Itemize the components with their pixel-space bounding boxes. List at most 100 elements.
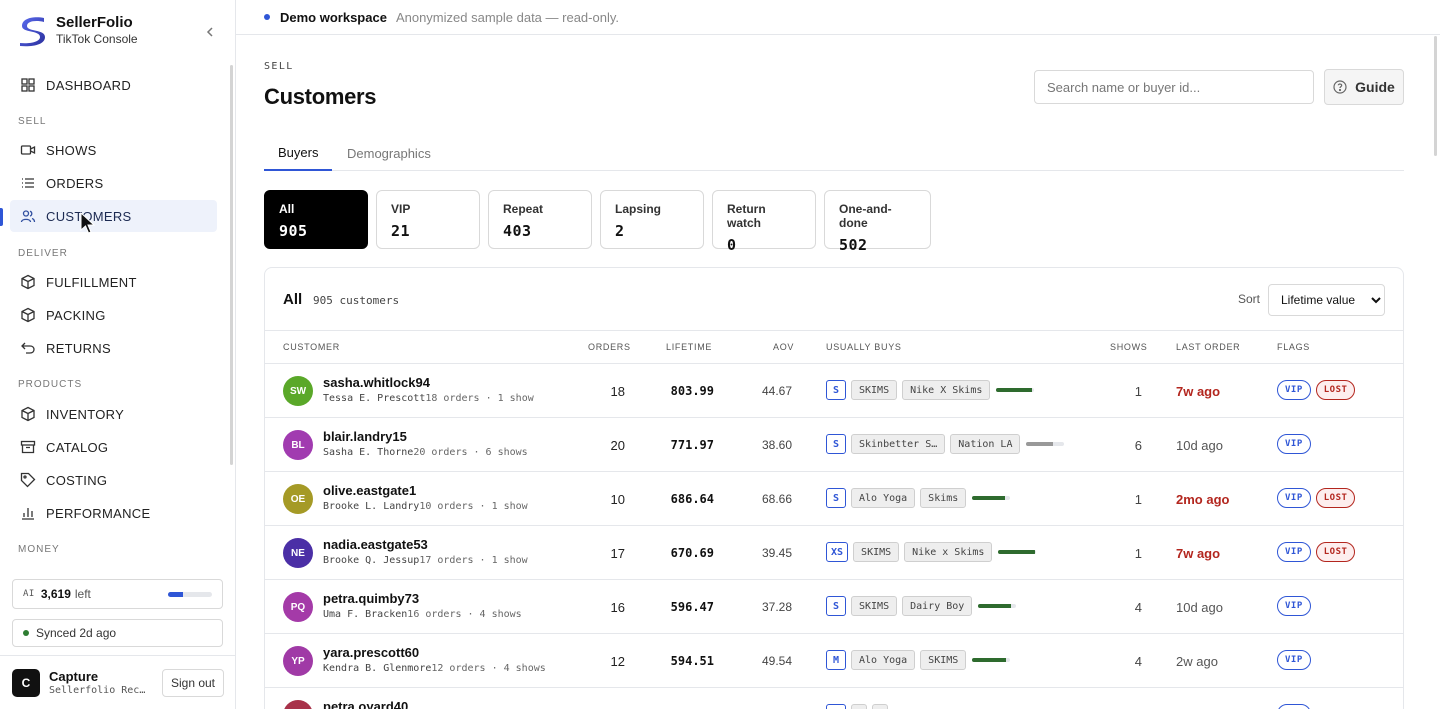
segment-label: Repeat xyxy=(503,202,544,216)
affinity-meter xyxy=(998,550,1037,554)
shows-count: 1 xyxy=(1134,384,1142,399)
affinity-meter-fill xyxy=(998,550,1035,554)
column-header-flags[interactable]: FLAGS xyxy=(1277,342,1310,352)
table-row[interactable]: BL blair.landry15 Sasha E. Thorne20 orde… xyxy=(265,418,1403,472)
breadcrumb: SELL xyxy=(264,61,294,72)
flags: VIP LOST xyxy=(1277,488,1360,508)
aov-value: 37.28 xyxy=(761,600,792,614)
user-subtitle: Sellerfolio Recorder xyxy=(49,685,151,696)
column-header-lifetime[interactable]: LIFETIME xyxy=(666,342,712,352)
sidebar-scrollbar[interactable] xyxy=(230,65,233,465)
tab-buyers[interactable]: Buyers xyxy=(264,135,333,171)
size-chip: S xyxy=(826,596,846,616)
ai-usage-bar xyxy=(168,592,212,597)
table-title: All xyxy=(283,291,303,308)
nav-item-orders[interactable]: ORDERS xyxy=(10,167,217,199)
nav-item-catalog[interactable]: CATALOG xyxy=(10,431,217,463)
table-row[interactable]: PO petra.oyard40 S VIP xyxy=(265,688,1403,709)
nav-item-customers[interactable]: CUSTOMERS xyxy=(10,200,217,232)
brand-chip: Skims xyxy=(920,488,967,508)
customer-handle[interactable]: nadia.eastgate53 xyxy=(323,537,428,552)
lost-badge: LOST xyxy=(1315,380,1356,400)
segment-return-watch[interactable]: Return watch 0 xyxy=(712,190,816,254)
brand[interactable]: SellerFolio TikTok Console xyxy=(18,14,138,47)
sellerfolio-logo-icon xyxy=(20,16,45,46)
lifetime-value: 803.99 xyxy=(670,384,714,398)
sync-status-dot xyxy=(23,630,29,636)
bar-chart-icon xyxy=(20,505,36,521)
nav-item-label: INVENTORY xyxy=(46,406,125,422)
table-row[interactable]: OE olive.eastgate1 Brooke L. Landry10 or… xyxy=(265,472,1403,526)
sort-select[interactable]: Lifetime value xyxy=(1268,284,1385,316)
ai-credits-box[interactable]: AI 3,619 left xyxy=(12,579,223,609)
column-header-customer[interactable]: CUSTOMER xyxy=(283,342,340,352)
customer-handle[interactable]: olive.eastgate1 xyxy=(323,483,416,498)
table-row[interactable]: YP yara.prescott60 Kendra B. Glenmore12 … xyxy=(265,634,1403,688)
customer-handle[interactable]: blair.landry15 xyxy=(323,429,407,444)
customer-handle[interactable]: petra.oyard40 xyxy=(323,699,408,709)
column-header-usually-buys[interactable]: USUALLY BUYS xyxy=(826,342,902,352)
column-header-orders[interactable]: ORDERS xyxy=(588,342,631,352)
collapse-sidebar-chevron-icon[interactable] xyxy=(202,24,218,40)
nav-item-packing[interactable]: PACKING xyxy=(10,299,217,331)
ai-credits-suffix: left xyxy=(74,587,91,601)
affinity-meter-fill xyxy=(972,658,1007,662)
last-order: 2w ago xyxy=(1176,654,1218,669)
sign-out-button[interactable]: Sign out xyxy=(162,669,224,697)
aov-value: 49.54 xyxy=(761,654,792,668)
nav-item-shows[interactable]: SHOWS xyxy=(10,134,217,166)
help-circle-icon xyxy=(1333,80,1347,94)
aov-value: 68.66 xyxy=(761,492,792,506)
vip-badge: VIP xyxy=(1277,596,1311,616)
segment-value: 502 xyxy=(839,236,868,254)
nav-item-dashboard[interactable]: DASHBOARD xyxy=(10,69,217,101)
flags: VIP LOST xyxy=(1277,542,1360,562)
brand-chip: Nike x Skims xyxy=(904,542,993,562)
customer-name: Brooke Q. Jessup xyxy=(323,555,420,566)
segment-lapsing[interactable]: Lapsing 2 xyxy=(600,190,704,249)
segment-repeat[interactable]: Repeat 403 xyxy=(488,190,592,249)
user-name: Capture xyxy=(49,669,99,684)
tab-demographics[interactable]: Demographics xyxy=(333,135,445,171)
customer-meta: 10 orders · 1 show xyxy=(419,501,528,512)
nav-item-fulfillment[interactable]: FULFILLMENT xyxy=(10,266,217,298)
vip-badge: VIP xyxy=(1277,380,1311,400)
table-row[interactable]: SW sasha.whitlock94 Tessa E. Prescott18 … xyxy=(265,364,1403,418)
dashboard-grid-icon xyxy=(20,77,36,93)
customer-handle[interactable]: yara.prescott60 xyxy=(323,645,419,660)
nav-item-costing[interactable]: COSTING xyxy=(10,464,217,496)
column-header-aov[interactable]: AOV xyxy=(773,342,794,352)
shows-count: 1 xyxy=(1134,492,1142,507)
search-input[interactable] xyxy=(1034,70,1314,104)
shows-count: 1 xyxy=(1134,546,1142,561)
column-header-last-order[interactable]: LAST ORDER xyxy=(1176,342,1240,352)
segment-one-and-done[interactable]: One-and-done 502 xyxy=(824,190,931,254)
table-row[interactable]: NE nadia.eastgate53 Brooke Q. Jessup17 o… xyxy=(265,526,1403,580)
vip-badge: VIP xyxy=(1277,542,1311,562)
usually-buys: S Alo Yoga Skims xyxy=(826,488,1011,508)
customer-handle[interactable]: petra.quimby73 xyxy=(323,591,419,606)
customer-name: Uma F. Bracken xyxy=(323,609,408,620)
usually-buys: S SKIMS Dairy Boy xyxy=(826,596,1017,616)
nav-item-label: CATALOG xyxy=(46,439,109,455)
orders-count: 10 xyxy=(610,492,625,507)
segment-vip[interactable]: VIP 21 xyxy=(376,190,480,249)
orders-count: 18 xyxy=(610,384,625,399)
usually-buys: S SKIMS Nike X Skims xyxy=(826,380,1035,400)
main-scrollbar[interactable] xyxy=(1434,36,1437,156)
nav-item-inventory[interactable]: INVENTORY xyxy=(10,398,217,430)
nav-item-returns[interactable]: RETURNS xyxy=(10,332,217,364)
segment-label: Lapsing xyxy=(615,202,662,216)
lifetime-value: 594.51 xyxy=(670,654,714,668)
segment-all[interactable]: All 905 xyxy=(264,190,368,249)
shows-count: 4 xyxy=(1134,600,1142,615)
customer-handle[interactable]: sasha.whitlock94 xyxy=(323,375,430,390)
segment-label: VIP xyxy=(391,202,411,216)
segment-value: 0 xyxy=(727,236,737,254)
nav-item-performance[interactable]: PERFORMANCE xyxy=(10,497,217,529)
guide-button[interactable]: Guide xyxy=(1324,69,1404,105)
customer-meta: 17 orders · 1 show xyxy=(419,555,528,566)
column-header-shows[interactable]: SHOWS xyxy=(1110,342,1148,352)
customer-name: Brooke L. Landry xyxy=(323,501,420,512)
table-row[interactable]: PQ petra.quimby73 Uma F. Bracken16 order… xyxy=(265,580,1403,634)
